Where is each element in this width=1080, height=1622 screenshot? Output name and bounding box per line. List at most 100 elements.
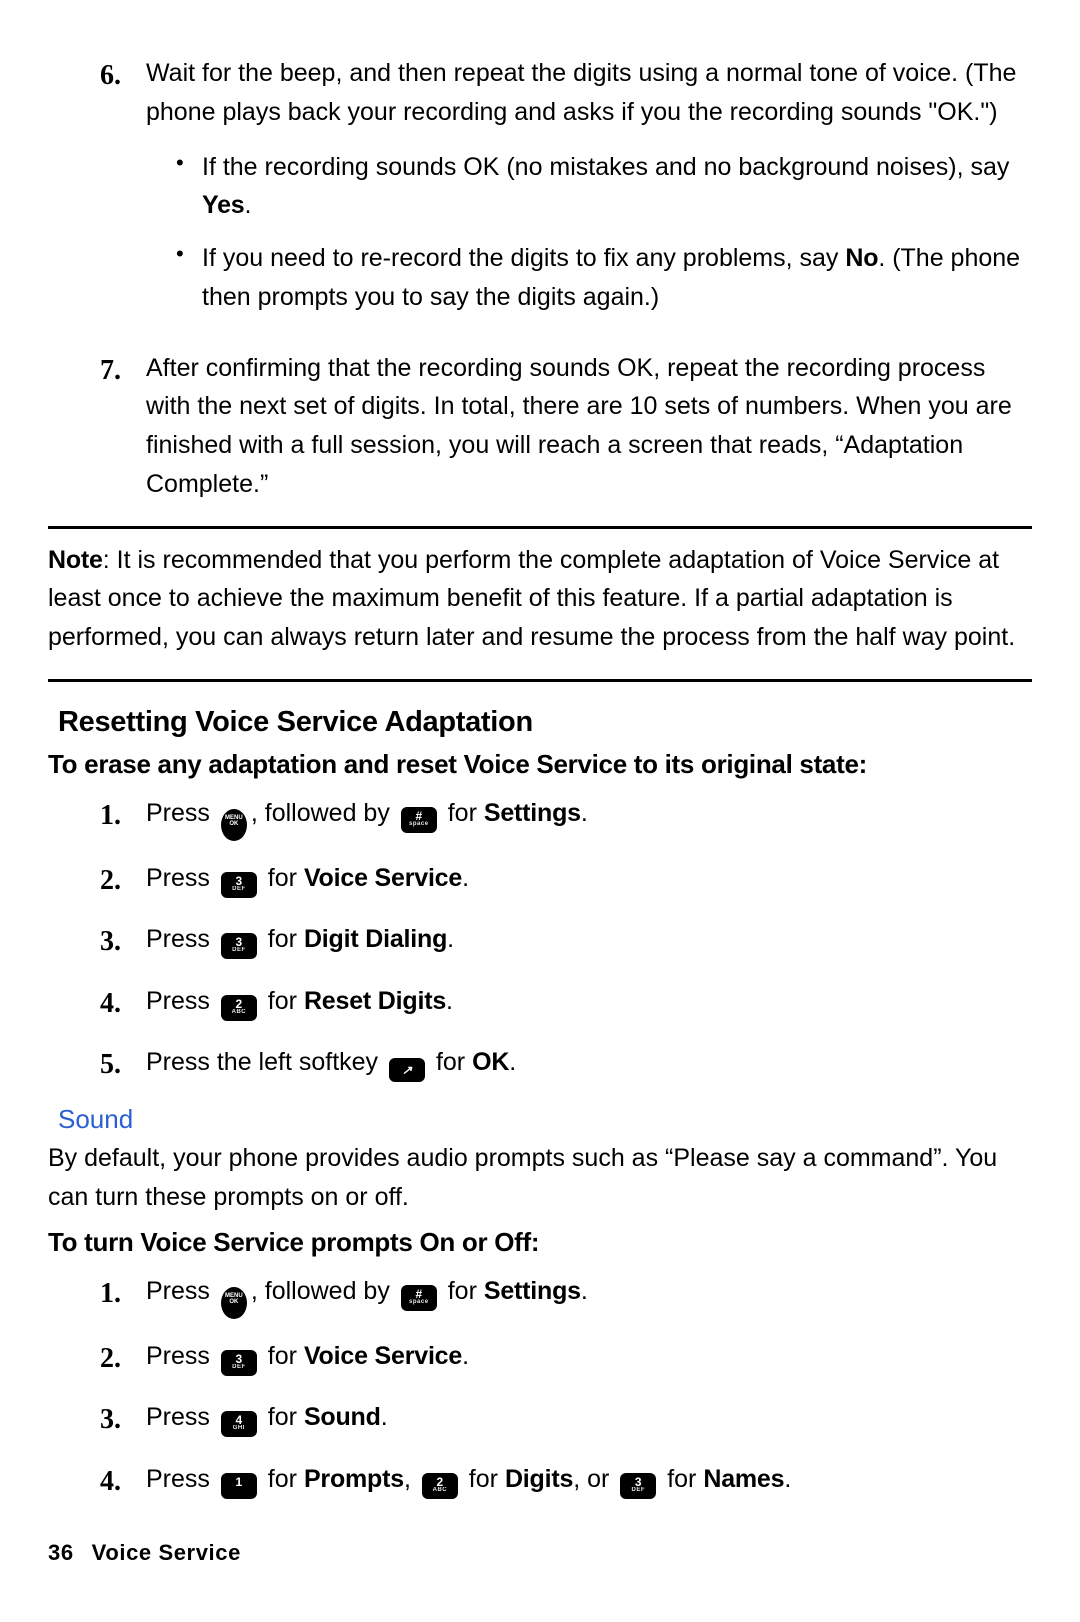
- keyword-voice-service: Voice Service: [304, 1342, 462, 1370]
- menu-ok-key-icon: MENUOK: [221, 809, 247, 841]
- keyword-settings: Settings: [484, 1277, 581, 1305]
- text-fragment: Press: [146, 864, 217, 892]
- sound-steps: 1. Press MENUOK, followed by #space for …: [100, 1272, 1032, 1503]
- keyword-sound: Sound: [304, 1403, 381, 1431]
- reset-step-4: 4. Press 2ABC for Reset Digits.: [100, 982, 1032, 1025]
- text-fragment: for: [261, 987, 304, 1015]
- keyword-digit-dialing: Digit Dialing: [304, 925, 447, 953]
- text-fragment: , or: [573, 1465, 616, 1493]
- text-fragment: If you need to re-record the digits to f…: [202, 244, 845, 272]
- reset-steps: 1. Press MENUOK, followed by #space for …: [100, 794, 1032, 1087]
- sound-step-3: 3. Press 4GHI for Sound.: [100, 1398, 1032, 1441]
- text-fragment: for: [261, 1342, 304, 1370]
- step-text: Press MENUOK, followed by #space for Set…: [146, 1272, 1032, 1319]
- list-number: 1.: [100, 794, 146, 841]
- hash-key-icon: #space: [401, 1285, 437, 1311]
- step-6-sublist: • If the recording sounds OK (no mistake…: [176, 148, 1032, 317]
- keyword-no: No: [845, 244, 878, 272]
- key-4-icon: 4GHI: [221, 1411, 257, 1437]
- text-fragment: Press: [146, 1465, 217, 1493]
- step-text: Press 3DEF for Digit Dialing.: [146, 920, 1032, 963]
- list-number: 2.: [100, 859, 146, 902]
- bullet-text: If the recording sounds OK (no mistakes …: [202, 148, 1032, 226]
- keyword-voice-service: Voice Service: [304, 864, 462, 892]
- text-fragment: .: [509, 1048, 516, 1076]
- text-fragment: for: [261, 1403, 304, 1431]
- step-text: Press 4GHI for Sound.: [146, 1398, 1032, 1441]
- text-fragment: .: [581, 799, 588, 827]
- list-number: 4.: [100, 982, 146, 1025]
- sound-step-2: 2. Press 3DEF for Voice Service.: [100, 1337, 1032, 1380]
- keyword-prompts: Prompts: [304, 1465, 404, 1493]
- reset-step-1: 1. Press MENUOK, followed by #space for …: [100, 794, 1032, 841]
- note-block: Note: It is recommended that you perform…: [48, 541, 1032, 657]
- text-fragment: Press: [146, 987, 217, 1015]
- step-text: Press MENUOK, followed by #space for Set…: [146, 794, 1032, 841]
- step-text: Press 2ABC for Reset Digits.: [146, 982, 1032, 1025]
- list-number: 6.: [100, 54, 146, 331]
- list-number: 2.: [100, 1337, 146, 1380]
- keyword-names: Names: [703, 1465, 784, 1493]
- text-fragment: for: [429, 1048, 472, 1076]
- text-fragment: .: [581, 1277, 588, 1305]
- reset-step-5: 5. Press the left softkey ↗ for OK.: [100, 1043, 1032, 1086]
- ordered-list: 6. Wait for the beep, and then repeat th…: [100, 54, 1032, 504]
- menu-ok-key-icon: MENUOK: [221, 1287, 247, 1319]
- page-footer: 36 Voice Service: [48, 1540, 241, 1566]
- list-number: 4.: [100, 1460, 146, 1503]
- text-fragment: for: [261, 925, 304, 953]
- page-number: 36: [48, 1540, 74, 1565]
- text-fragment: , followed by: [251, 799, 397, 827]
- bullet-item: • If the recording sounds OK (no mistake…: [176, 148, 1032, 226]
- bullet-item: • If you need to re-record the digits to…: [176, 239, 1032, 317]
- step-6-body: Wait for the beep, and then repeat the d…: [146, 54, 1032, 331]
- text-fragment: .: [447, 925, 454, 953]
- text-fragment: .: [784, 1465, 791, 1493]
- bullet-dot-icon: •: [176, 239, 202, 317]
- keyword-ok: OK: [472, 1048, 509, 1076]
- text-fragment: .: [462, 864, 469, 892]
- sound-paragraph: By default, your phone provides audio pr…: [48, 1139, 1032, 1217]
- step-text: Press 1 for Prompts, 2ABC for Digits, or…: [146, 1460, 1032, 1503]
- step-text: Press 3DEF for Voice Service.: [146, 1337, 1032, 1380]
- text-fragment: for: [441, 799, 484, 827]
- reset-step-2: 2. Press 3DEF for Voice Service.: [100, 859, 1032, 902]
- text-fragment: for: [660, 1465, 703, 1493]
- text-fragment: Press: [146, 1277, 217, 1305]
- note-text: : It is recommended that you perform the…: [48, 546, 1015, 652]
- list-number: 7.: [100, 349, 146, 504]
- key-3-icon: 3DEF: [221, 933, 257, 959]
- list-number: 1.: [100, 1272, 146, 1319]
- bullet-text: If you need to re-record the digits to f…: [202, 239, 1032, 317]
- text-fragment: .: [462, 1342, 469, 1370]
- step-text: Press 3DEF for Voice Service.: [146, 859, 1032, 902]
- note-label: Note: [48, 546, 103, 574]
- manual-page: 6. Wait for the beep, and then repeat th…: [0, 0, 1080, 1622]
- footer-title: Voice Service: [92, 1540, 241, 1565]
- keyword-yes: Yes: [202, 191, 245, 219]
- text-fragment: ,: [404, 1465, 418, 1493]
- key-1-icon: 1: [221, 1473, 257, 1499]
- section-subheading-erase: To erase any adaptation and reset Voice …: [48, 749, 1032, 780]
- key-3-icon: 3DEF: [221, 1350, 257, 1376]
- bullet-dot-icon: •: [176, 148, 202, 226]
- step-7: 7. After confirming that the recording s…: [100, 349, 1032, 504]
- step-6-text: Wait for the beep, and then repeat the d…: [146, 59, 1016, 126]
- section-subheading-prompts: To turn Voice Service prompts On or Off:: [48, 1227, 1032, 1258]
- text-fragment: for: [441, 1277, 484, 1305]
- step-text: Press the left softkey ↗ for OK.: [146, 1043, 1032, 1086]
- sound-step-1: 1. Press MENUOK, followed by #space for …: [100, 1272, 1032, 1319]
- text-fragment: for: [261, 864, 304, 892]
- keyword-settings: Settings: [484, 799, 581, 827]
- text-fragment: Press: [146, 799, 217, 827]
- divider: [48, 679, 1032, 682]
- key-3-icon: 3DEF: [620, 1473, 656, 1499]
- text-fragment: Press: [146, 1403, 217, 1431]
- step-6: 6. Wait for the beep, and then repeat th…: [100, 54, 1032, 331]
- text-fragment: Press: [146, 925, 217, 953]
- sound-step-4: 4. Press 1 for Prompts, 2ABC for Digits,…: [100, 1460, 1032, 1503]
- text-fragment: for: [462, 1465, 505, 1493]
- list-number: 5.: [100, 1043, 146, 1086]
- text-fragment: Press the left softkey: [146, 1048, 385, 1076]
- text-fragment: .: [381, 1403, 388, 1431]
